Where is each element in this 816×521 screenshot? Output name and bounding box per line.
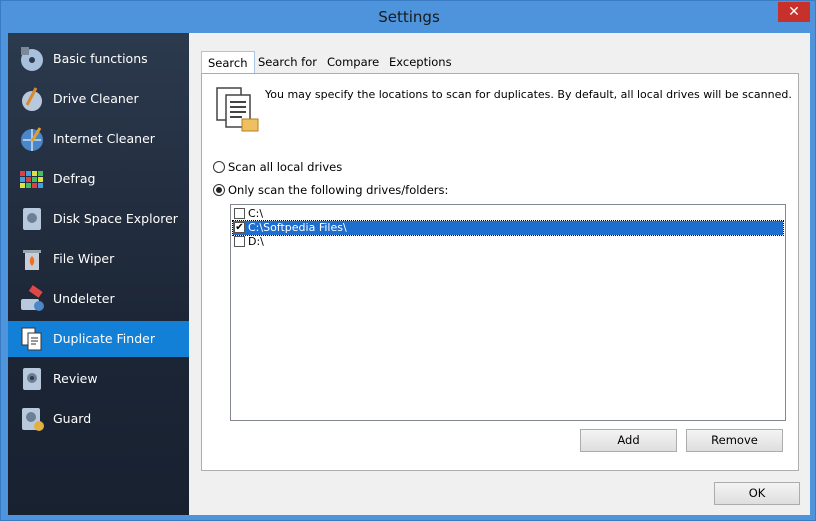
sidebar-item-internet-cleaner[interactable]: Internet Cleaner xyxy=(8,121,189,157)
checkbox[interactable] xyxy=(234,236,245,247)
disk-review-icon xyxy=(23,368,41,390)
tab-exceptions[interactable]: Exceptions xyxy=(383,51,458,73)
sidebar-item-label: Undeleter xyxy=(53,291,115,306)
disk-guard-icon xyxy=(22,408,44,431)
remove-button[interactable]: Remove xyxy=(686,429,783,452)
sidebar-item-defrag[interactable]: Defrag xyxy=(8,161,189,197)
list-item-label: C:\ xyxy=(248,207,264,220)
client-area: Basic functions Drive Cleaner Internet C… xyxy=(8,33,810,515)
sidebar-item-label: Disk Space Explorer xyxy=(53,211,178,226)
radio-button[interactable] xyxy=(213,184,225,196)
list-item[interactable]: D:\ xyxy=(233,235,783,249)
sidebar-item-drive-cleaner[interactable]: Drive Cleaner xyxy=(8,81,189,117)
radio-label: Only scan the following drives/folders: xyxy=(228,183,449,197)
defrag-grid-icon xyxy=(20,171,43,188)
search-tab-panel: You may specify the locations to scan fo… xyxy=(201,73,799,471)
tab-compare[interactable]: Compare xyxy=(321,51,385,73)
sidebar-item-label: Defrag xyxy=(53,171,96,186)
info-text: You may specify the locations to scan fo… xyxy=(265,88,792,101)
duplicate-documents-icon xyxy=(216,87,259,132)
sidebar-item-label: Drive Cleaner xyxy=(53,91,139,106)
globe-broom-icon xyxy=(21,127,43,151)
scan-all-radio[interactable]: Scan all local drives xyxy=(213,160,342,174)
sidebar: Basic functions Drive Cleaner Internet C… xyxy=(8,33,189,515)
sidebar-item-duplicate-finder[interactable]: Duplicate Finder xyxy=(8,321,189,357)
sidebar-item-label: Review xyxy=(53,371,98,386)
duplicate-documents-icon xyxy=(21,327,42,351)
list-item[interactable]: C:\ xyxy=(233,207,783,221)
sidebar-item-disk-space-explorer[interactable]: Disk Space Explorer xyxy=(8,201,189,237)
sidebar-item-guard[interactable]: Guard xyxy=(8,401,189,437)
disk-magnifier-icon xyxy=(23,208,41,230)
sidebar-item-label: Duplicate Finder xyxy=(53,331,155,346)
list-item[interactable]: ✔ C:\Softpedia Files\ xyxy=(232,220,784,236)
sidebar-item-file-wiper[interactable]: File Wiper xyxy=(8,241,189,277)
close-button[interactable]: ✕ xyxy=(778,2,810,22)
sidebar-item-review[interactable]: Review xyxy=(8,361,189,397)
tab-search[interactable]: Search xyxy=(201,51,255,74)
sidebar-item-label: Internet Cleaner xyxy=(53,131,155,146)
main-content: Search Search for Compare Exceptions You… xyxy=(189,33,810,515)
settings-window: Settings ✕ Basic functions Drive Cleaner… xyxy=(0,0,816,521)
radio-label: Scan all local drives xyxy=(228,160,343,174)
sidebar-item-basic-functions[interactable]: Basic functions xyxy=(8,41,189,77)
locations-list[interactable]: C:\ ✔ C:\Softpedia Files\ D:\ xyxy=(230,204,786,421)
sidebar-item-label: Basic functions xyxy=(53,51,148,66)
sidebar-item-undeleter[interactable]: Undeleter xyxy=(8,281,189,317)
cd-gear-icon xyxy=(21,47,43,71)
scan-selected-radio[interactable]: Only scan the following drives/folders: xyxy=(213,183,448,197)
tab-search-for[interactable]: Search for xyxy=(252,51,323,73)
eraser-disk-icon xyxy=(21,285,44,311)
sidebar-item-label: File Wiper xyxy=(53,251,115,266)
list-item-label: D:\ xyxy=(248,235,264,248)
list-item-label: C:\Softpedia Files\ xyxy=(248,221,347,234)
window-title: Settings xyxy=(378,8,440,26)
trash-fire-icon xyxy=(23,250,41,270)
checkbox[interactable] xyxy=(234,208,245,219)
sidebar-item-label: Guard xyxy=(53,411,92,426)
checkbox[interactable]: ✔ xyxy=(234,222,245,233)
radio-button[interactable] xyxy=(213,161,225,173)
title-bar[interactable]: Settings ✕ xyxy=(1,1,816,33)
add-button[interactable]: Add xyxy=(580,429,677,452)
ok-button[interactable]: OK xyxy=(714,482,800,505)
broom-disk-icon xyxy=(22,87,42,111)
